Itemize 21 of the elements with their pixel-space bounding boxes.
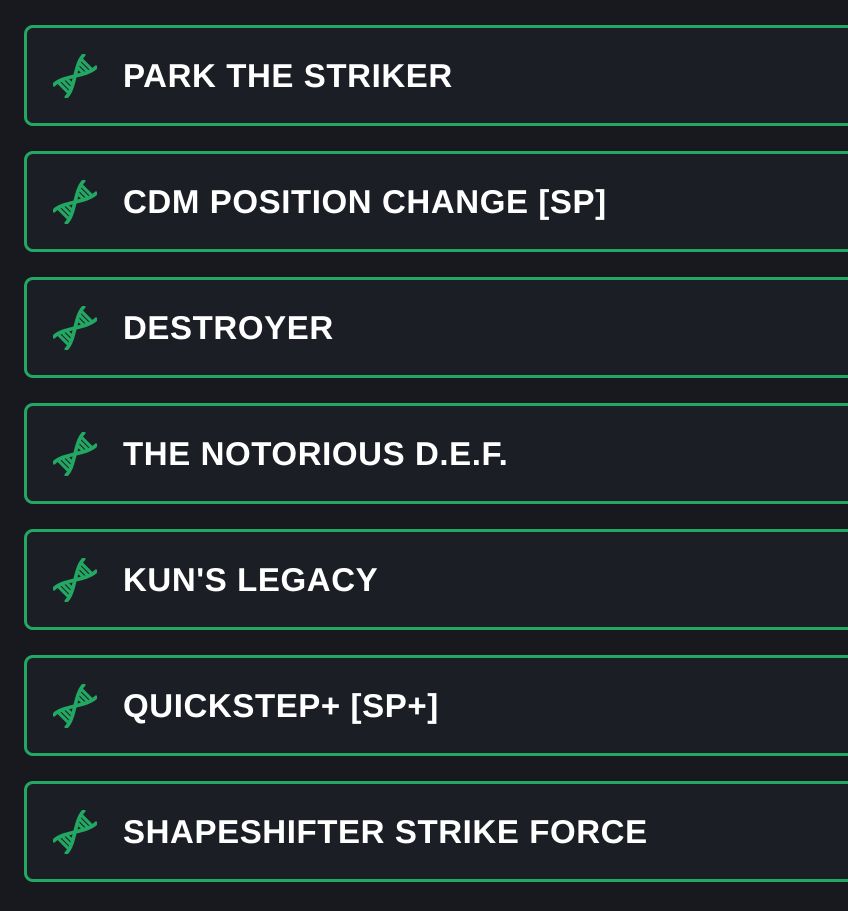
list-card[interactable]: SHAPESHIFTER STRIKE FORCE bbox=[24, 781, 848, 882]
dna-icon bbox=[53, 810, 97, 854]
list-card[interactable]: DESTROYER bbox=[24, 277, 848, 378]
list-card[interactable]: CDM POSITION CHANGE [SP] bbox=[24, 151, 848, 252]
list-card[interactable]: THE NOTORIOUS D.E.F. bbox=[24, 403, 848, 504]
card-title: KUN'S LEGACY bbox=[123, 560, 378, 598]
card-title: CDM POSITION CHANGE [SP] bbox=[123, 182, 607, 220]
card-title: SHAPESHIFTER STRIKE FORCE bbox=[123, 812, 648, 850]
list-card[interactable]: PARK THE STRIKER bbox=[24, 25, 848, 126]
list-card[interactable]: QUICKSTEP+ [SP+] bbox=[24, 655, 848, 756]
card-title: QUICKSTEP+ [SP+] bbox=[123, 686, 439, 724]
dna-icon bbox=[53, 558, 97, 602]
dna-icon bbox=[53, 684, 97, 728]
card-title: THE NOTORIOUS D.E.F. bbox=[123, 434, 508, 472]
list-card[interactable]: KUN'S LEGACY bbox=[24, 529, 848, 630]
dna-icon bbox=[53, 54, 97, 98]
card-title: PARK THE STRIKER bbox=[123, 56, 453, 94]
dna-icon bbox=[53, 180, 97, 224]
dna-icon bbox=[53, 432, 97, 476]
dna-icon bbox=[53, 306, 97, 350]
card-title: DESTROYER bbox=[123, 308, 334, 346]
